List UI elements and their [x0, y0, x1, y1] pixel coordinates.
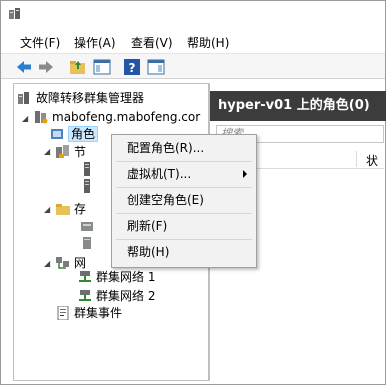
svg-text:?: ? [129, 61, 136, 75]
tree-roles[interactable]: 角色 [50, 126, 99, 143]
tree-network-2[interactable]: 群集网络 2 [78, 288, 155, 305]
cluster-icon [34, 110, 48, 124]
context-menu: 配置角色(R)... 虚拟机(T)... 创建空角色(E) 刷新(F) 帮助(H… [111, 134, 257, 268]
tree-nodes[interactable]: 节 [56, 144, 86, 161]
cluster-manager-app-icon [9, 7, 23, 21]
menu-help-item[interactable]: 帮助(H) [113, 241, 255, 263]
tree-events-label: 群集事件 [74, 306, 123, 320]
tree-node-child[interactable] [80, 178, 98, 195]
tree-network-1-label: 群集网络 1 [96, 270, 156, 284]
network-icon [78, 289, 92, 303]
menu-virtual-machines-label: 虚拟机(T)... [127, 167, 192, 181]
menu-separator [116, 239, 252, 240]
events-icon [56, 305, 70, 320]
menu-view[interactable]: 查看(V) [131, 34, 173, 51]
column-status-header[interactable]: 状 [366, 152, 378, 169]
up-folder-icon[interactable] [69, 58, 87, 76]
collapse-icon[interactable]: ◢ [22, 114, 31, 123]
tree-roles-label: 角色 [68, 126, 99, 142]
nodes-icon [56, 144, 70, 159]
tree-network-2-label: 群集网络 2 [96, 289, 156, 303]
tree-cluster-label: mabofeng.mabofeng.cor [52, 110, 201, 124]
toolbar: ? [1, 53, 385, 79]
menu-help[interactable]: 帮助(H) [187, 34, 229, 51]
server-icon [80, 178, 94, 193]
menu-bar: 文件(F) 操作(A) 查看(V) 帮助(H) [1, 31, 385, 51]
tree-root-label: 故障转移群集管理器 [36, 91, 145, 105]
tree-cluster[interactable]: mabofeng.mabofeng.cor [34, 109, 200, 126]
menu-action[interactable]: 操作(A) [74, 34, 116, 51]
menu-configure-role[interactable]: 配置角色(R)... [113, 137, 255, 159]
tree-storage-child[interactable] [80, 218, 98, 235]
menu-create-empty-role[interactable]: 创建空角色(E) [113, 189, 255, 211]
tree-networks-label: 网 [74, 256, 87, 270]
menu-file[interactable]: 文件(F) [20, 34, 60, 51]
tree-node-child[interactable] [80, 161, 98, 178]
tree-network-1[interactable]: 群集网络 1 [78, 269, 155, 286]
menu-separator [116, 213, 252, 214]
cluster-manager-icon [18, 91, 32, 105]
menu-virtual-machines[interactable]: 虚拟机(T)... [113, 163, 255, 185]
network-icon [78, 270, 92, 284]
tree-storage-label: 存 [74, 202, 87, 216]
submenu-arrow-icon [243, 170, 247, 178]
help-icon[interactable]: ? [123, 58, 141, 76]
tree-storage-child[interactable] [80, 235, 98, 252]
tree-storage[interactable]: 存 [56, 201, 86, 218]
disk-icon [80, 219, 94, 233]
show-hide-action-pane-icon[interactable] [147, 58, 165, 76]
show-hide-tree-icon[interactable] [93, 58, 111, 76]
mmc-window: 文件(F) 操作(A) 查看(V) 帮助(H) ? 故障转移群集管理器 ◢ ma… [0, 0, 386, 385]
roles-pane-title: hyper-v01 上的角色(0) [210, 91, 386, 121]
column-separator[interactable] [356, 151, 357, 167]
disk-icon [80, 236, 94, 250]
server-icon [80, 161, 94, 176]
menu-separator [116, 161, 252, 162]
tree-events[interactable]: 群集事件 [56, 305, 122, 322]
title-bar [1, 1, 385, 29]
tree-root[interactable]: 故障转移群集管理器 [18, 90, 144, 107]
storage-folder-icon [56, 202, 70, 216]
menu-refresh[interactable]: 刷新(F) [113, 215, 255, 237]
roles-icon [50, 127, 64, 141]
tree-nodes-label: 节 [74, 145, 87, 159]
collapse-icon[interactable]: ◢ [44, 205, 53, 214]
networks-icon [56, 256, 70, 270]
forward-arrow-icon[interactable] [37, 58, 55, 76]
menu-separator [116, 187, 252, 188]
collapse-icon[interactable]: ◢ [44, 259, 53, 268]
collapse-icon[interactable]: ◢ [44, 147, 53, 156]
back-arrow-icon[interactable] [15, 58, 33, 76]
